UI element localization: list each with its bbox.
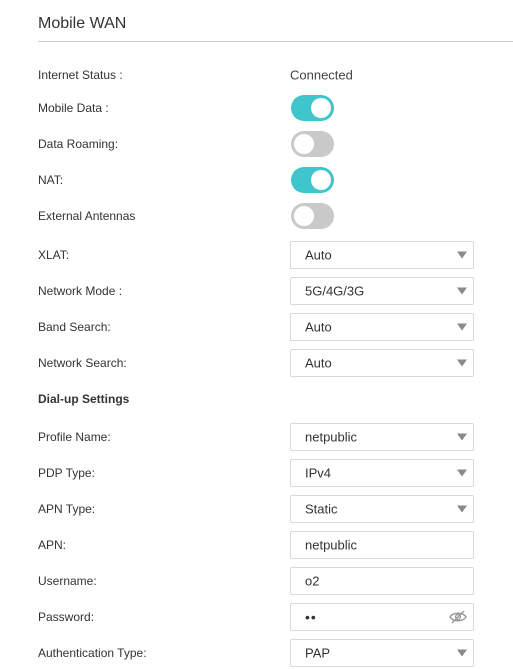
apn-type-value: Static [305,501,338,517]
network-mode-label: Network Mode : [38,284,123,298]
network-mode-row: Network Mode : 5G/4G/3G [0,276,513,306]
mobile-data-row: Mobile Data : [0,93,513,123]
apn-value: netpublic [305,537,358,553]
xlat-label: XLAT: [38,248,70,262]
caret-down-icon [457,251,467,259]
external-antennas-row: External Antennas [0,201,513,231]
auth-type-label: Authentication Type: [38,646,147,660]
xlat-select[interactable]: Auto [290,241,474,269]
mobile-data-toggle[interactable] [291,95,334,121]
username-input[interactable]: o2 [290,567,474,595]
username-label: Username: [38,574,97,588]
caret-down-icon [457,649,467,657]
mobile-data-label: Mobile Data : [38,101,109,115]
apn-type-row: APN Type: Static [0,494,513,524]
apn-type-select[interactable]: Static [290,495,474,523]
pdp-type-row: PDP Type: IPv4 [0,458,513,488]
nat-label: NAT: [38,173,64,187]
caret-down-icon [457,323,467,331]
password-label: Password: [38,610,95,624]
network-search-label: Network Search: [38,356,127,370]
external-antennas-toggle[interactable] [291,203,334,229]
toggle-knob [294,206,314,226]
network-mode-value: 5G/4G/3G [305,283,365,299]
dialup-settings-heading: Dial-up Settings [38,392,130,406]
dialup-heading-row: Dial-up Settings [0,384,513,414]
section-title: Mobile WAN [38,15,127,32]
pdp-type-value: IPv4 [305,465,332,481]
apn-type-label: APN Type: [38,502,96,516]
band-search-select[interactable]: Auto [290,313,474,341]
caret-down-icon [457,469,467,477]
nat-toggle[interactable] [291,167,334,193]
band-search-label: Band Search: [38,320,111,334]
auth-type-value: PAP [305,645,331,661]
auth-type-select[interactable]: PAP [290,639,474,667]
username-row: Username: o2 [0,566,513,596]
username-value: o2 [305,573,320,589]
band-search-row: Band Search: Auto [0,312,513,342]
caret-down-icon [457,287,467,295]
profile-name-value: netpublic [305,429,358,445]
xlat-row: XLAT: Auto [0,240,513,270]
pdp-type-label: PDP Type: [38,466,95,480]
network-search-select[interactable]: Auto [290,349,474,377]
apn-row: APN: netpublic [0,530,513,560]
auth-type-row: Authentication Type: PAP [0,638,513,668]
profile-name-label: Profile Name: [38,430,111,444]
eye-slash-icon[interactable] [449,610,467,624]
toggle-knob [311,170,331,190]
password-row: Password: •• [0,602,513,632]
password-value: •• [305,609,317,625]
data-roaming-toggle[interactable] [291,131,334,157]
network-search-value: Auto [305,355,332,371]
internet-status-row: Internet Status : Connected [0,60,513,90]
section-divider [38,41,513,42]
xlat-value: Auto [305,247,332,263]
toggle-knob [294,134,314,154]
caret-down-icon [457,433,467,441]
toggle-knob [311,98,331,118]
external-antennas-label: External Antennas [38,209,136,223]
nat-row: NAT: [0,165,513,195]
internet-status-label: Internet Status : [38,68,123,82]
network-search-row: Network Search: Auto [0,348,513,378]
apn-label: APN: [38,538,67,552]
apn-input[interactable]: netpublic [290,531,474,559]
band-search-value: Auto [305,319,332,335]
profile-name-select[interactable]: netpublic [290,423,474,451]
data-roaming-label: Data Roaming: [38,137,119,151]
caret-down-icon [457,505,467,513]
profile-name-row: Profile Name: netpublic [0,422,513,452]
internet-status-value: Connected [290,67,353,83]
pdp-type-select[interactable]: IPv4 [290,459,474,487]
data-roaming-row: Data Roaming: [0,129,513,159]
caret-down-icon [457,359,467,367]
network-mode-select[interactable]: 5G/4G/3G [290,277,474,305]
password-input[interactable]: •• [290,603,474,631]
